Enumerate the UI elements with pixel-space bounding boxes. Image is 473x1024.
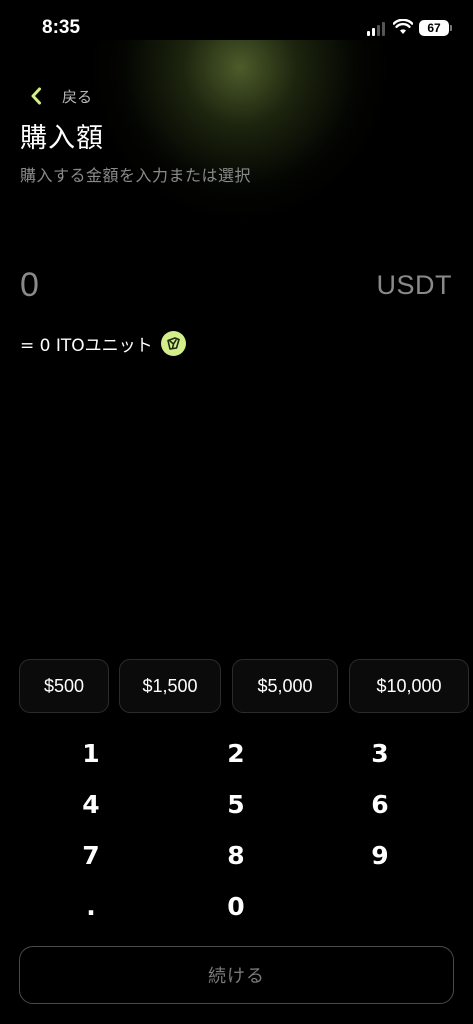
status-bar: 8:35 67	[0, 0, 473, 56]
signal-icon	[367, 22, 387, 36]
key-1[interactable]: 1	[31, 731, 151, 775]
preset-1500-button[interactable]: $1,500	[119, 659, 221, 713]
key-8[interactable]: 8	[176, 833, 296, 877]
purchase-amount-screen: 8:35 67 戻る 購入額 購入する金額を入力または選択 0 USDT = 0…	[0, 0, 473, 1024]
back-button[interactable]: 戻る	[30, 84, 92, 108]
battery-icon: 67	[419, 20, 449, 36]
page-subtitle: 購入する金額を入力または選択	[20, 166, 252, 185]
page-title: 購入額	[20, 123, 104, 154]
key-4[interactable]: 4	[31, 782, 151, 826]
chevron-left-icon	[30, 86, 46, 106]
wifi-icon	[392, 18, 414, 35]
preset-10000-button[interactable]: $10,000	[349, 659, 469, 713]
currency-label: USDT	[376, 270, 452, 300]
key-0[interactable]: 0	[176, 884, 296, 928]
continue-button[interactable]: 続ける	[19, 946, 454, 1004]
key-7[interactable]: 7	[31, 833, 151, 877]
preset-amounts: $500 $1,500 $5,000 $10,000	[19, 659, 473, 714]
key-decimal[interactable]: .	[31, 884, 151, 928]
battery-tip	[450, 25, 452, 31]
key-5[interactable]: 5	[176, 782, 296, 826]
preset-500-button[interactable]: $500	[19, 659, 109, 713]
key-3[interactable]: 3	[320, 731, 440, 775]
status-time: 8:35	[42, 17, 81, 38]
background-glow	[40, 40, 440, 380]
ito-token-icon	[160, 330, 186, 356]
conversion-text: = 0 ITOユニット	[20, 335, 153, 356]
conversion-row: = 0 ITOユニット	[20, 330, 186, 356]
key-9[interactable]: 9	[320, 833, 440, 877]
back-label: 戻る	[62, 87, 93, 106]
key-6[interactable]: 6	[320, 782, 440, 826]
preset-5000-button[interactable]: $5,000	[232, 659, 338, 713]
amount-input[interactable]: 0	[20, 266, 39, 305]
key-2[interactable]: 2	[176, 731, 296, 775]
